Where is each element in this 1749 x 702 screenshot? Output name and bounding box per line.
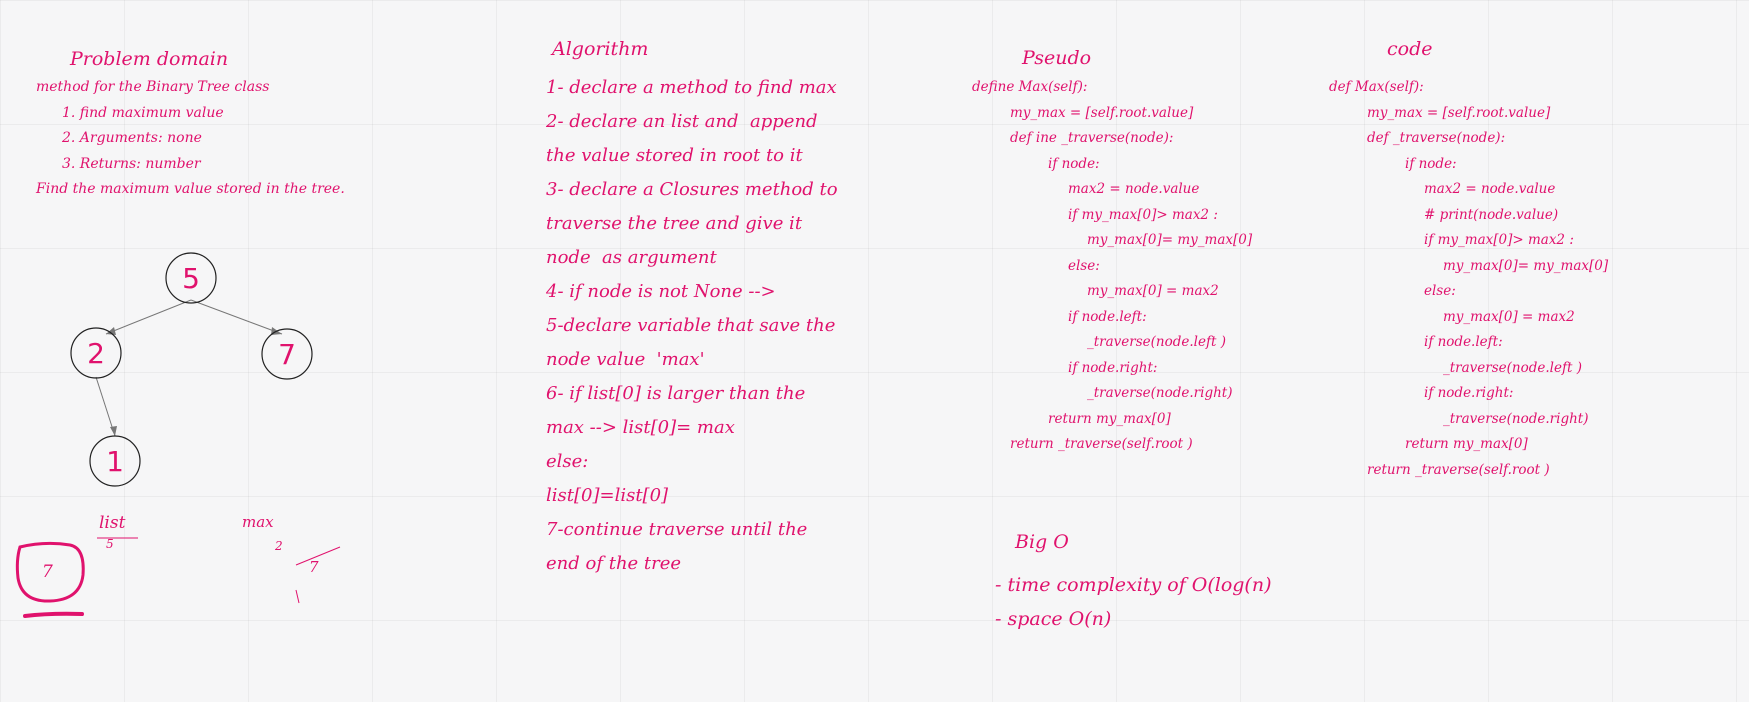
tree-node-7-label: 7 [278, 338, 296, 371]
pseudo-line: def ine _traverse(node): [1010, 130, 1174, 146]
circled-result-value: 7 [42, 562, 53, 582]
pseudo-line: _traverse(node.right) [1087, 385, 1233, 401]
code-line: if node.right: [1424, 385, 1514, 401]
big-o-line: - time complexity of O(log(n) [995, 574, 1272, 596]
code-line: def _traverse(node): [1367, 130, 1506, 146]
pseudo-line: max2 = node.value [1068, 181, 1200, 197]
pseudo-line: if node.left: [1068, 309, 1147, 325]
code-line: else: [1424, 283, 1456, 299]
algorithm-line: node as argument [546, 247, 717, 268]
algorithm-line: 5-declare variable that save the [546, 315, 836, 336]
algorithm-line: 6- if list[0] is larger than the [546, 383, 806, 404]
pseudo-line: else: [1068, 258, 1100, 274]
max-label: max [242, 513, 274, 531]
algorithm-line: node value 'max' [546, 349, 705, 370]
max-value-old: 2 [275, 539, 283, 553]
algorithm-line: end of the tree [546, 553, 682, 574]
code-line: my_max[0]= my_max[0] [1443, 258, 1609, 274]
tree-node-1-label: 1 [106, 445, 124, 478]
edge-5-7 [190, 299, 283, 335]
max-value-new: 7 [309, 558, 319, 576]
list-label: list [99, 513, 126, 533]
algorithm-line: list[0]=list[0] [546, 485, 669, 506]
algorithm-line: 3- declare a Closures method to [546, 179, 838, 200]
algorithm-line: the value stored in root to it [546, 145, 803, 166]
code-line: _traverse(node.left ) [1443, 360, 1582, 376]
max-tick [295, 589, 300, 604]
code-line: my_max[0] = max2 [1443, 309, 1575, 325]
code-line: return my_max[0] [1405, 436, 1528, 452]
pseudo-line: if node: [1048, 156, 1100, 172]
tree-node-2-label: 2 [87, 337, 105, 370]
tree-node-5-label: 5 [182, 262, 200, 295]
algorithm-line: traverse the tree and give it [546, 213, 803, 234]
code-line: def Max(self): [1329, 79, 1424, 95]
code-line: my_max = [self.root.value] [1367, 105, 1551, 121]
big-o-title: Big O [1015, 531, 1069, 553]
pseudo-title: Pseudo [1022, 47, 1092, 69]
pseudo-line: my_max = [self.root.value] [1010, 105, 1194, 121]
pseudo-line: if my_max[0]> max2 : [1068, 207, 1218, 223]
big-o-line: - space O(n) [995, 608, 1112, 630]
tree-node-7: 7 [261, 328, 313, 380]
arrowhead [110, 426, 117, 436]
tree-node-5: 5 [165, 252, 217, 304]
code-line: if node.left: [1424, 334, 1503, 350]
list-value: 5 [106, 537, 114, 551]
algorithm-title: Algorithm [552, 38, 649, 60]
algorithm-line: max --> list[0]= max [546, 417, 735, 438]
edge-5-2 [105, 299, 192, 335]
pseudo-line: my_max[0] = max2 [1087, 283, 1219, 299]
algorithm-line: 4- if node is not None --> [546, 281, 776, 302]
pseudo-line: my_max[0]= my_max[0] [1087, 232, 1253, 248]
code-line: _traverse(node.right) [1443, 411, 1589, 427]
code-line: # print(node.value) [1424, 207, 1559, 223]
pseudo-line: return my_max[0] [1048, 411, 1171, 427]
code-line: if my_max[0]> max2 : [1424, 232, 1574, 248]
code-title: code [1387, 38, 1433, 60]
algorithm-line: 7-continue traverse until the [546, 519, 808, 540]
code-line: return _traverse(self.root ) [1367, 462, 1550, 478]
pseudo-line: _traverse(node.left ) [1087, 334, 1226, 350]
pseudo-line: if node.right: [1068, 360, 1158, 376]
tree-node-1: 1 [89, 435, 141, 487]
result-underline [23, 611, 84, 618]
algorithm-line: 1- declare a method to find max [546, 77, 837, 98]
algorithm-line: 2- declare an list and append [546, 111, 818, 132]
code-line: if node: [1405, 156, 1457, 172]
algorithm-line: else: [546, 451, 589, 472]
pseudo-line: define Max(self): [972, 79, 1088, 95]
pseudo-line: return _traverse(self.root ) [1010, 436, 1193, 452]
tree-node-2: 2 [70, 327, 122, 379]
code-line: max2 = node.value [1424, 181, 1556, 197]
